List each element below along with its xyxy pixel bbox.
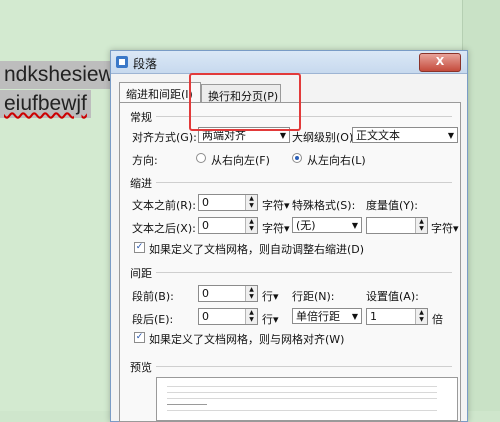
snap-to-grid-checkbox[interactable]: ✓ [134, 332, 145, 343]
indent-after-value: 0 [202, 219, 209, 232]
tab-highlight-annotation [189, 73, 301, 131]
auto-adjust-indent-label[interactable]: 如果定义了文档网格，则自动调整右缩进(D) [149, 241, 364, 257]
indent-before-label: 文本之前(R): [132, 199, 196, 212]
outline-label: 大纲级别(O): [292, 131, 357, 144]
outline-select[interactable]: 正文文本 ▼ [352, 127, 458, 143]
section-divider [156, 272, 452, 273]
outline-value: 正文文本 [356, 129, 400, 142]
section-divider [156, 182, 452, 183]
app-icon [116, 56, 128, 68]
line-spacing-label: 行距(N): [292, 290, 335, 303]
set-value-unit: 倍 [432, 313, 443, 326]
paragraph-preview [156, 377, 458, 421]
indent-before-value: 0 [202, 196, 209, 209]
line-spacing-value: 单倍行距 [296, 310, 340, 323]
align-label: 对齐方式(G): [132, 131, 197, 144]
spacing-before-value: 0 [202, 287, 209, 300]
section-divider [156, 366, 452, 367]
spinner-arrows-icon[interactable]: ▲ ▼ [245, 286, 257, 301]
direction-label: 方向: [132, 154, 158, 167]
special-format-select[interactable]: (无) ▼ [292, 217, 362, 233]
set-value: 1 [370, 310, 377, 323]
indent-after-unit[interactable]: 字符▾ [262, 220, 290, 236]
spacing-before-unit[interactable]: 行▾ [262, 288, 279, 304]
auto-adjust-indent-checkbox[interactable]: ✓ [134, 242, 145, 253]
spacing-after-value: 0 [202, 310, 209, 323]
preview-line [167, 404, 207, 405]
spinner-arrows-icon[interactable]: ▲ ▼ [245, 309, 257, 324]
indent-after-spinner[interactable]: 0 ▲ ▼ [198, 217, 258, 234]
set-value-spinner[interactable]: 1 ▲ ▼ [366, 308, 428, 325]
snap-to-grid-label[interactable]: 如果定义了文档网格，则与网格对齐(W) [149, 331, 344, 347]
indent-before-spinner[interactable]: 0 ▲ ▼ [198, 194, 258, 211]
close-button[interactable]: X [419, 53, 461, 72]
set-value-label: 设置值(A): [366, 290, 419, 303]
spacing-after-unit[interactable]: 行▾ [262, 311, 279, 327]
rtl-label[interactable]: 从右向左(F) [211, 152, 270, 168]
spacing-before-spinner[interactable]: 0 ▲ ▼ [198, 285, 258, 302]
indent-after-label: 文本之后(X): [132, 222, 196, 235]
dialog-title: 段落 [133, 57, 158, 71]
indent-before-unit[interactable]: 字符▾ [262, 197, 290, 213]
preview-line [167, 392, 437, 393]
ltr-radio[interactable] [292, 153, 302, 163]
spinner-arrows-icon[interactable]: ▲ ▼ [415, 309, 427, 324]
chevron-down-icon: ▼ [351, 221, 358, 230]
chevron-down-icon: ▼ [447, 131, 454, 140]
ltr-label[interactable]: 从左向右(L) [307, 152, 366, 168]
spinner-arrows-icon[interactable]: ▲ ▼ [245, 218, 257, 233]
spacing-after-label: 段后(E): [132, 313, 174, 326]
document-text-line-1[interactable]: ndkshesiew [0, 61, 118, 89]
chevron-down-icon: ▼ [351, 312, 358, 321]
spacing-after-spinner[interactable]: 0 ▲ ▼ [198, 308, 258, 325]
rtl-radio[interactable] [196, 153, 206, 163]
spacing-before-label: 段前(B): [132, 290, 174, 303]
tab-panel: 常规 对齐方式(G): 两端对齐 ▼ 大纲级别(O): 正文文本 ▼ 方向: 从右向… [119, 102, 461, 422]
special-format-label: 特殊格式(S): [292, 199, 356, 212]
spinner-arrows-icon[interactable]: ▲ ▼ [245, 195, 257, 210]
special-format-value: (无) [296, 219, 316, 232]
measure-label: 度量值(Y): [366, 199, 419, 212]
measure-spinner[interactable]: ▲ ▼ [366, 217, 428, 234]
dialog-titlebar[interactable]: 段落 X [111, 51, 467, 74]
line-spacing-select[interactable]: 单倍行距 ▼ [292, 308, 362, 324]
section-general-title: 常规 [130, 111, 152, 124]
preview-line [167, 386, 437, 387]
spinner-arrows-icon[interactable]: ▲ ▼ [415, 218, 427, 233]
section-indent-title: 缩进 [130, 177, 152, 190]
preview-line [167, 398, 437, 399]
measure-unit[interactable]: 字符▾ [431, 220, 459, 236]
section-preview-title: 预览 [130, 361, 152, 374]
section-spacing-title: 间距 [130, 267, 152, 280]
document-text-line-2[interactable]: eiufbewjf [0, 90, 91, 118]
